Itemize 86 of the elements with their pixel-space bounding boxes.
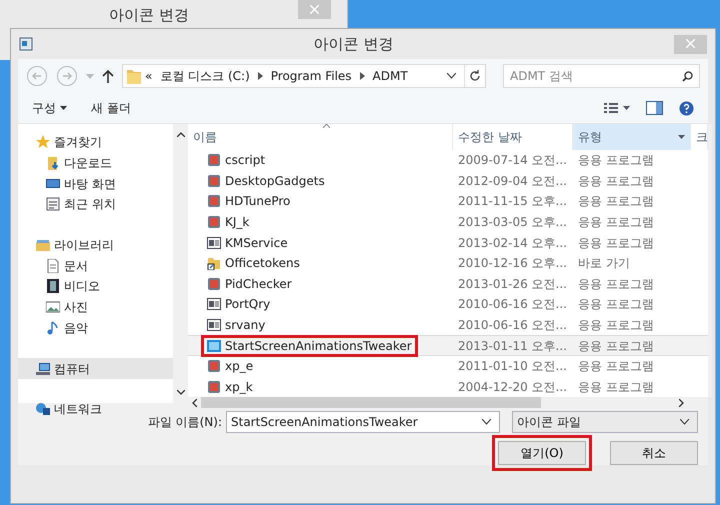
scroll-down-icon[interactable]	[176, 390, 184, 395]
sidebar-item[interactable]: 라이브러리	[18, 234, 173, 256]
file-row[interactable]: DesktopGadgets 2012-09-04 오전... 응용 프로그램	[188, 170, 708, 192]
field-label: 파일 이름(N):	[148, 414, 222, 431]
file-row[interactable]: HDTunePro 2011-11-15 오후... 응용 프로그램	[188, 191, 708, 212]
picture-icon	[46, 300, 60, 314]
sidebar-item[interactable]: 바탕 화면	[18, 173, 173, 194]
file-row[interactable]: PortQry 2010-06-16 오전... 응용 프로그램	[188, 294, 708, 315]
view-options-icon[interactable]	[604, 103, 630, 113]
music-note-icon	[46, 320, 60, 335]
file-type-dropdown[interactable]: 아이콘 파일	[512, 411, 698, 433]
cancel-button[interactable]: 취소	[610, 441, 698, 465]
file-row[interactable]: xp_e 2011-01-10 오전... 응용 프로그램	[188, 356, 708, 377]
menu-button[interactable]: 구성	[32, 99, 67, 117]
open-button[interactable]: 열기(O)	[498, 441, 586, 465]
dropdown-icon[interactable]	[482, 419, 491, 425]
column-header[interactable]: 이름	[188, 124, 453, 150]
file-row[interactable]: cscript 2009-07-14 오전... 응용 프로그램	[188, 150, 708, 171]
column-header[interactable]: 유형	[573, 124, 691, 150]
sidebar-item[interactable]: 사진	[18, 296, 173, 318]
file-row[interactable]: PidChecker 2013-01-26 오전... 응용 프로그램	[188, 274, 708, 294]
shortcut-icon	[207, 256, 221, 270]
app-icon	[207, 380, 221, 394]
scrollbar[interactable]	[173, 124, 188, 403]
file-row[interactable]: srvany 2010-06-16 오전... 응용 프로그램	[188, 314, 708, 336]
dropdown-icon[interactable]	[678, 135, 685, 139]
up-arrow-icon[interactable]	[102, 69, 114, 83]
sidebar-item[interactable]: 최근 위치	[18, 194, 173, 215]
file-row[interactable]: KJ_k 2013-03-05 오후... 응용 프로그램	[188, 212, 708, 232]
app-icon	[207, 215, 221, 230]
app-icon	[207, 359, 221, 374]
search-icon	[682, 71, 693, 82]
chevron-icon	[258, 72, 263, 80]
scrollbar[interactable]	[188, 397, 708, 408]
breadcrumb-link[interactable]: ADMT	[372, 67, 408, 85]
breadcrumb-link[interactable]: 로컬 디스크 (C:)	[160, 67, 250, 85]
file-row[interactable]: Officetokens 2010-12-16 오후... 바로 가기	[188, 252, 708, 274]
window-icon	[207, 297, 221, 312]
document-icon	[46, 258, 60, 273]
preview-pane-icon[interactable]	[646, 101, 663, 115]
window-title: 아이콘 변경	[312, 34, 394, 55]
folder-icon	[127, 68, 141, 84]
refresh-icon[interactable]	[469, 70, 481, 82]
sidebar-item[interactable]: 음악	[18, 318, 173, 338]
scroll-left-icon[interactable]	[192, 398, 197, 407]
sidebar-item[interactable]: 즐겨찾기	[18, 132, 173, 153]
app-icon	[19, 37, 33, 51]
file-row[interactable]: StartScreenAnimationsTweaker 2013-01-11 오후... 응용 프로그램	[188, 335, 708, 356]
overflow-button[interactable]: «	[145, 67, 152, 85]
dropdown-icon[interactable]	[447, 73, 456, 79]
app-icon	[207, 194, 221, 208]
computer-icon	[36, 362, 50, 376]
film-icon	[46, 279, 60, 294]
file-row[interactable]: xp_k 2004-12-20 오전... 응용 프로그램	[188, 376, 708, 398]
list-icon	[46, 197, 60, 212]
star-icon	[36, 135, 50, 150]
file-name-field[interactable]: StartScreenAnimationsTweaker	[226, 411, 500, 433]
search-field[interactable]: ADMT 검색	[503, 64, 700, 88]
screen-icon	[207, 338, 221, 353]
sidebar-item[interactable]: 다운로드	[18, 152, 173, 174]
caret-icon	[60, 106, 67, 110]
app-icon	[207, 276, 221, 291]
app-icon	[207, 153, 221, 168]
dropdown-icon[interactable]	[680, 419, 689, 425]
globe-icon	[36, 402, 50, 416]
sidebar-item[interactable]: 비디오	[18, 276, 173, 297]
monitor-icon	[46, 176, 60, 191]
chevron-icon	[360, 72, 365, 80]
window-title: 아이콘 변경	[108, 5, 190, 26]
window-icon	[207, 236, 221, 250]
sidebar-item[interactable]: 문서	[18, 255, 173, 276]
help-icon[interactable]	[679, 100, 694, 116]
breadcrumb-link[interactable]: Program Files	[270, 67, 352, 85]
scroll-up-icon[interactable]	[176, 132, 184, 137]
close-icon	[686, 39, 695, 48]
window-icon	[207, 318, 221, 332]
app-icon	[207, 174, 221, 188]
folder-icon	[46, 156, 60, 170]
file-row[interactable]: KMService 2013-02-14 오후... 응용 프로그램	[188, 232, 708, 253]
address-bar[interactable]: « 로컬 디스크 (C:) Program Files ADMT	[122, 64, 486, 88]
folder-icon	[36, 238, 50, 252]
toolbar-button[interactable]: 새 폴더	[91, 99, 131, 117]
sidebar-item[interactable]: 컴퓨터	[18, 358, 173, 379]
scroll-right-icon[interactable]	[679, 398, 684, 407]
close-icon	[310, 4, 320, 14]
sort-icon	[323, 124, 330, 128]
